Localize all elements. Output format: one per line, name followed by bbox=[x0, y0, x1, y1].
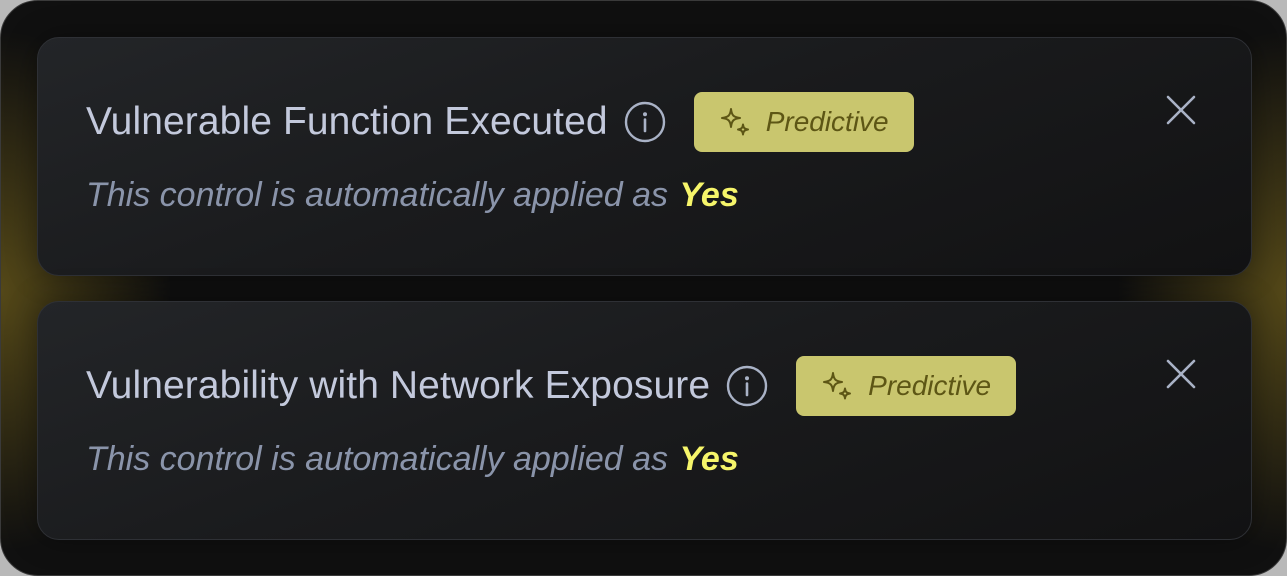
description-text: This control is automatically applied as bbox=[86, 440, 669, 478]
badge-label: Predictive bbox=[765, 106, 889, 137]
applied-value: Yes bbox=[679, 176, 739, 214]
description-text: This control is automatically applied as bbox=[86, 176, 669, 214]
control-header: Vulnerability with Network Exposure Pred… bbox=[86, 356, 1017, 416]
close-icon bbox=[1166, 359, 1196, 389]
control-description: This control is automatically applied as… bbox=[86, 176, 739, 215]
badge-label: Predictive bbox=[868, 370, 992, 401]
control-title: Vulnerable Function Executed bbox=[86, 100, 608, 143]
close-button[interactable] bbox=[1163, 92, 1199, 128]
control-header: Vulnerable Function Executed Predictive bbox=[86, 92, 914, 152]
control-card: Vulnerability with Network Exposure Pred… bbox=[37, 301, 1252, 540]
sparkles-icon bbox=[719, 106, 751, 138]
close-icon bbox=[1166, 95, 1196, 125]
controls-panel: Vulnerable Function Executed Predictive bbox=[0, 0, 1287, 576]
close-button[interactable] bbox=[1163, 356, 1199, 392]
control-description: This control is automatically applied as… bbox=[86, 440, 739, 479]
control-card: Vulnerable Function Executed Predictive bbox=[37, 37, 1252, 276]
predictive-badge: Predictive bbox=[796, 356, 1017, 416]
applied-value: Yes bbox=[679, 440, 739, 478]
control-title: Vulnerability with Network Exposure bbox=[86, 364, 711, 407]
info-circle-icon[interactable] bbox=[624, 101, 666, 143]
sparkles-icon bbox=[821, 370, 853, 402]
info-circle-icon[interactable] bbox=[726, 365, 768, 407]
predictive-badge: Predictive bbox=[693, 92, 914, 152]
